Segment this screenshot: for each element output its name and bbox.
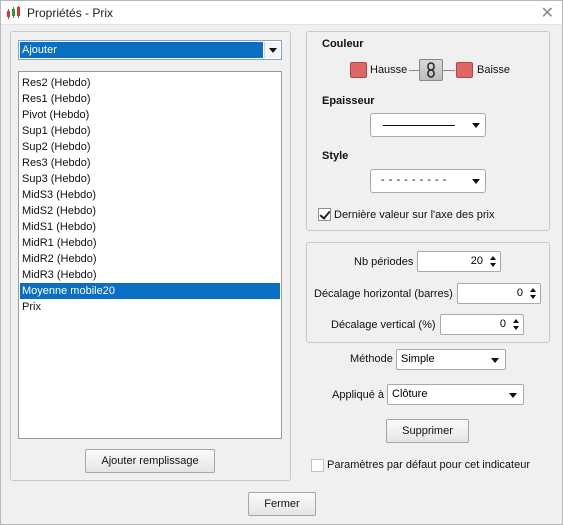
list-item[interactable]: Moyenne mobile20: [20, 283, 280, 299]
add-dropdown-value: Ajouter: [20, 42, 263, 58]
up-color-swatch[interactable]: [350, 62, 367, 78]
list-item[interactable]: Res2 (Hebdo): [20, 75, 280, 91]
list-item[interactable]: Res1 (Hebdo): [20, 91, 280, 107]
close-icon[interactable]: ✕: [541, 3, 554, 23]
link-line: [409, 70, 419, 71]
candlestick-chart-icon: [7, 6, 20, 19]
applied-label: Appliqué à: [332, 389, 384, 401]
list-item[interactable]: Sup3 (Hebdo): [20, 171, 280, 187]
spin-down-icon[interactable]: [490, 263, 496, 267]
spin-up-icon[interactable]: [490, 256, 496, 260]
hshift-label: Décalage horizontal (barres): [314, 288, 453, 300]
close-button[interactable]: Fermer: [248, 492, 316, 516]
periods-label: Nb périodes: [354, 256, 414, 268]
spin-down-icon[interactable]: [530, 295, 536, 299]
list-item[interactable]: Pivot (Hebdo): [20, 107, 280, 123]
elements-list[interactable]: Res2 (Hebdo) Res1 (Hebdo) Pivot (Hebdo) Sup…: [18, 71, 282, 439]
chevron-down-icon: [509, 393, 517, 398]
list-item[interactable]: MidS3 (Hebdo): [20, 187, 280, 203]
periods-stepper[interactable]: 20: [417, 251, 501, 272]
style-heading: Style: [322, 150, 349, 162]
periods-value: 20: [470, 255, 483, 267]
chevron-down-icon[interactable]: [264, 42, 280, 58]
spin-up-icon[interactable]: [513, 319, 519, 323]
method-value: Simple: [401, 353, 435, 365]
applied-value: Clôture: [392, 388, 428, 400]
list-item[interactable]: MidS1 (Hebdo): [20, 219, 280, 235]
thickness-preview-line: [383, 125, 455, 126]
spin-down-icon[interactable]: [513, 326, 519, 330]
thickness-heading: Epaisseur: [322, 95, 375, 107]
list-item[interactable]: MidR2 (Hebdo): [20, 251, 280, 267]
up-label: Hausse: [370, 64, 408, 76]
method-select[interactable]: Simple: [396, 349, 506, 370]
color-heading: Couleur: [322, 38, 364, 50]
title-bar: Propriétés - Prix ✕: [1, 1, 562, 25]
vshift-stepper[interactable]: 0: [440, 314, 524, 335]
list-item[interactable]: MidR1 (Hebdo): [20, 235, 280, 251]
list-item[interactable]: Sup1 (Hebdo): [20, 123, 280, 139]
hshift-value: 0: [516, 287, 523, 299]
chevron-down-icon: [491, 358, 499, 363]
style-preview: - - - - - - - - -: [381, 174, 447, 186]
add-fill-button[interactable]: Ajouter remplissage: [85, 449, 215, 473]
list-item[interactable]: Prix: [20, 299, 280, 315]
vshift-label: Décalage vertical (%): [331, 319, 436, 331]
link-colors-button[interactable]: [419, 59, 443, 81]
default-params-label: Paramètres par défaut pour cet indicateu…: [327, 459, 531, 471]
list-item[interactable]: MidR3 (Hebdo): [20, 267, 280, 283]
list-item[interactable]: Res3 (Hebdo): [20, 155, 280, 171]
hshift-stepper[interactable]: 0: [457, 283, 541, 304]
down-color-swatch[interactable]: [456, 62, 473, 78]
window-title: Propriétés - Prix: [27, 6, 114, 20]
thickness-select[interactable]: [370, 113, 486, 137]
add-dropdown[interactable]: Ajouter: [18, 40, 282, 60]
chain-link-icon: [427, 62, 435, 78]
default-params-checkbox[interactable]: [311, 459, 324, 472]
style-select[interactable]: - - - - - - - - -: [370, 169, 486, 193]
link-line-right: [443, 70, 455, 71]
down-label: Baisse: [477, 64, 511, 76]
last-value-checkbox[interactable]: [318, 208, 331, 221]
vshift-value: 0: [499, 318, 506, 330]
applied-select[interactable]: Clôture: [387, 384, 524, 405]
properties-dialog: Propriétés - Prix ✕ Ajouter Res2 (Hebdo)…: [0, 0, 563, 525]
list-item[interactable]: MidS2 (Hebdo): [20, 203, 280, 219]
chevron-down-icon: [472, 179, 480, 184]
spin-up-icon[interactable]: [530, 288, 536, 292]
list-item[interactable]: Sup2 (Hebdo): [20, 139, 280, 155]
chevron-down-icon: [472, 123, 480, 128]
last-value-label: Dernière valeur sur l'axe des prix: [334, 209, 495, 221]
delete-button[interactable]: Supprimer: [386, 419, 469, 443]
method-label: Méthode: [350, 353, 393, 365]
